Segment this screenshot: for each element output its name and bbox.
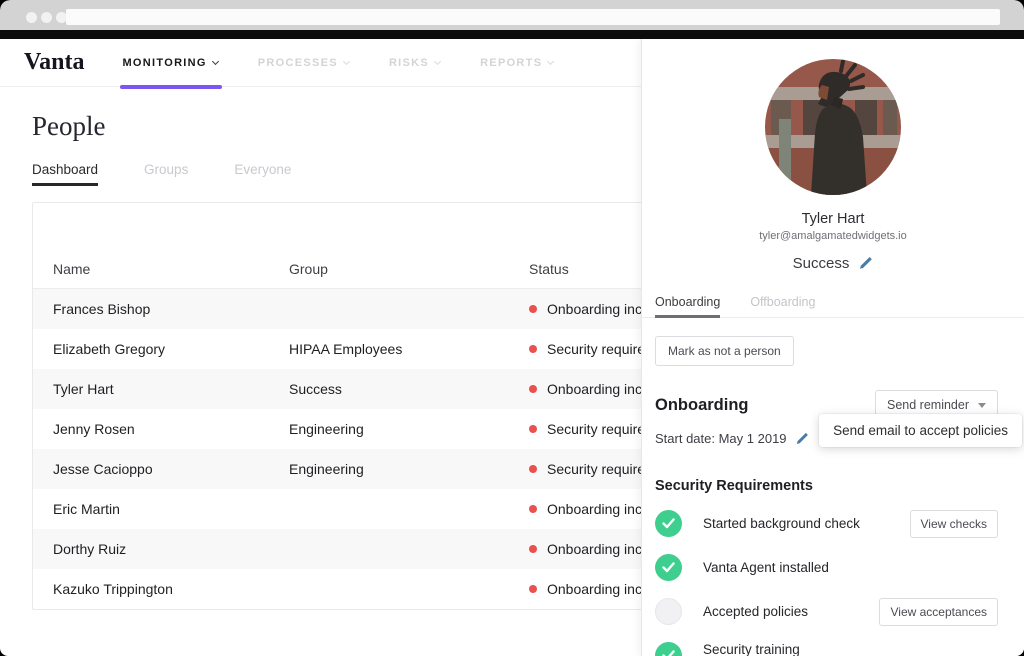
requirement-text: Vanta Agent installed: [703, 560, 829, 575]
tab-everyone[interactable]: Everyone: [234, 162, 291, 186]
panel-tabs: Onboarding Offboarding: [642, 295, 1024, 318]
panel-tab-offboarding[interactable]: Offboarding: [750, 295, 815, 317]
browser-title-bar: [0, 0, 1024, 30]
check-icon: [655, 642, 682, 656]
nav-item-processes[interactable]: PROCESSES: [258, 39, 349, 87]
requirement-label: Accepted policies: [703, 604, 808, 619]
chrome-divider: [0, 30, 1024, 39]
edit-pencil-icon[interactable]: [858, 256, 873, 271]
window-dot-icon[interactable]: [41, 12, 52, 23]
person-name: Tyler Hart: [642, 211, 1024, 227]
cell-name: Jenny Rosen: [53, 421, 289, 437]
check-icon: [655, 510, 682, 537]
cell-name: Tyler Hart: [53, 381, 289, 397]
column-header-name: Name: [53, 261, 289, 277]
cell-group: Engineering: [289, 421, 529, 437]
app-page: Vanta MONITORINGPROCESSESRISKSREPORTS Pe…: [0, 39, 1024, 656]
nav-item-label: PROCESSES: [258, 57, 338, 69]
caret-down-icon: [978, 403, 986, 408]
cell-name: Kazuko Trippington: [53, 581, 289, 597]
onboarding-heading: Onboarding: [655, 396, 749, 415]
column-header-group: Group: [289, 261, 529, 277]
cell-name: Jesse Cacioppo: [53, 461, 289, 477]
security-requirements-heading: Security Requirements: [655, 478, 1011, 494]
requirement-label: Security training: [703, 642, 874, 656]
chevron-down-icon: [547, 57, 554, 64]
requirement-label: Started background check: [703, 516, 860, 531]
status-dot-icon: [529, 305, 537, 313]
tab-groups[interactable]: Groups: [144, 162, 188, 186]
view-checks-button[interactable]: View checks: [910, 510, 998, 538]
nav-item-label: REPORTS: [480, 57, 542, 69]
cell-name: Dorthy Ruiz: [53, 541, 289, 557]
security-requirement-row: Started background check View checks: [655, 509, 1011, 538]
window-controls[interactable]: [26, 12, 67, 23]
person-group-row: Success: [642, 255, 1024, 272]
vanta-logo[interactable]: Vanta: [24, 49, 84, 76]
chevron-down-icon: [434, 57, 441, 64]
cell-group: HIPAA Employees: [289, 341, 529, 357]
cell-group: Success: [289, 381, 529, 397]
nav-item-monitoring[interactable]: MONITORING: [122, 39, 217, 87]
send-reminder-dropdown-item[interactable]: Send email to accept policies: [819, 414, 1022, 447]
view-acceptances-button[interactable]: View acceptances: [879, 598, 998, 626]
unchecked-circle-icon: [655, 598, 682, 625]
nav-item-label: RISKS: [389, 57, 429, 69]
security-requirement-row: Accepted policies View acceptances: [655, 597, 1011, 626]
window-dot-icon[interactable]: [26, 12, 37, 23]
cell-group: Engineering: [289, 461, 529, 477]
requirement-label: Vanta Agent installed: [703, 560, 829, 575]
browser-window: Vanta MONITORINGPROCESSESRISKSREPORTS Pe…: [0, 0, 1024, 656]
address-bar[interactable]: [66, 9, 1000, 25]
cell-name: Elizabeth Gregory: [53, 341, 289, 357]
panel-body: Mark as not a person Onboarding Send rem…: [642, 318, 1024, 656]
avatar: [765, 59, 901, 195]
security-requirement-row: Vanta Agent installed: [655, 553, 1011, 582]
status-dot-icon: [529, 545, 537, 553]
chevron-down-icon: [212, 57, 219, 64]
requirement-text: Accepted policies: [703, 604, 808, 619]
start-date-label: Start date: May 1 2019: [655, 431, 787, 446]
person-detail-panel: Tyler Hart tyler@amalgamatedwidgets.io S…: [641, 39, 1024, 656]
status-dot-icon: [529, 585, 537, 593]
person-email: tyler@amalgamatedwidgets.io: [642, 230, 1024, 242]
status-dot-icon: [529, 345, 537, 353]
status-dot-icon: [529, 385, 537, 393]
security-requirement-row: Security trainingCOMPLETED OCT 1 2020, 1…: [655, 641, 1011, 656]
check-icon: [655, 554, 682, 581]
edit-pencil-icon[interactable]: [795, 432, 809, 446]
nav-item-label: MONITORING: [122, 57, 206, 69]
cell-name: Frances Bishop: [53, 301, 289, 317]
cell-name: Eric Martin: [53, 501, 289, 517]
nav-item-reports[interactable]: REPORTS: [480, 39, 553, 87]
mark-not-person-button[interactable]: Mark as not a person: [655, 336, 794, 366]
status-dot-icon: [529, 505, 537, 513]
nav-item-risks[interactable]: RISKS: [389, 39, 440, 87]
status-dot-icon: [529, 425, 537, 433]
send-reminder-label: Send reminder: [887, 398, 969, 412]
requirement-text: Started background check: [703, 516, 860, 531]
requirement-text: Security trainingCOMPLETED OCT 1 2020, 1…: [703, 642, 874, 656]
security-requirements-list: Started background check View checks Vanta…: [655, 509, 1011, 656]
panel-tab-onboarding[interactable]: Onboarding: [655, 295, 720, 317]
chevron-down-icon: [343, 57, 350, 64]
tab-dashboard[interactable]: Dashboard: [32, 162, 98, 186]
person-group-value: Success: [793, 255, 850, 272]
status-dot-icon: [529, 465, 537, 473]
